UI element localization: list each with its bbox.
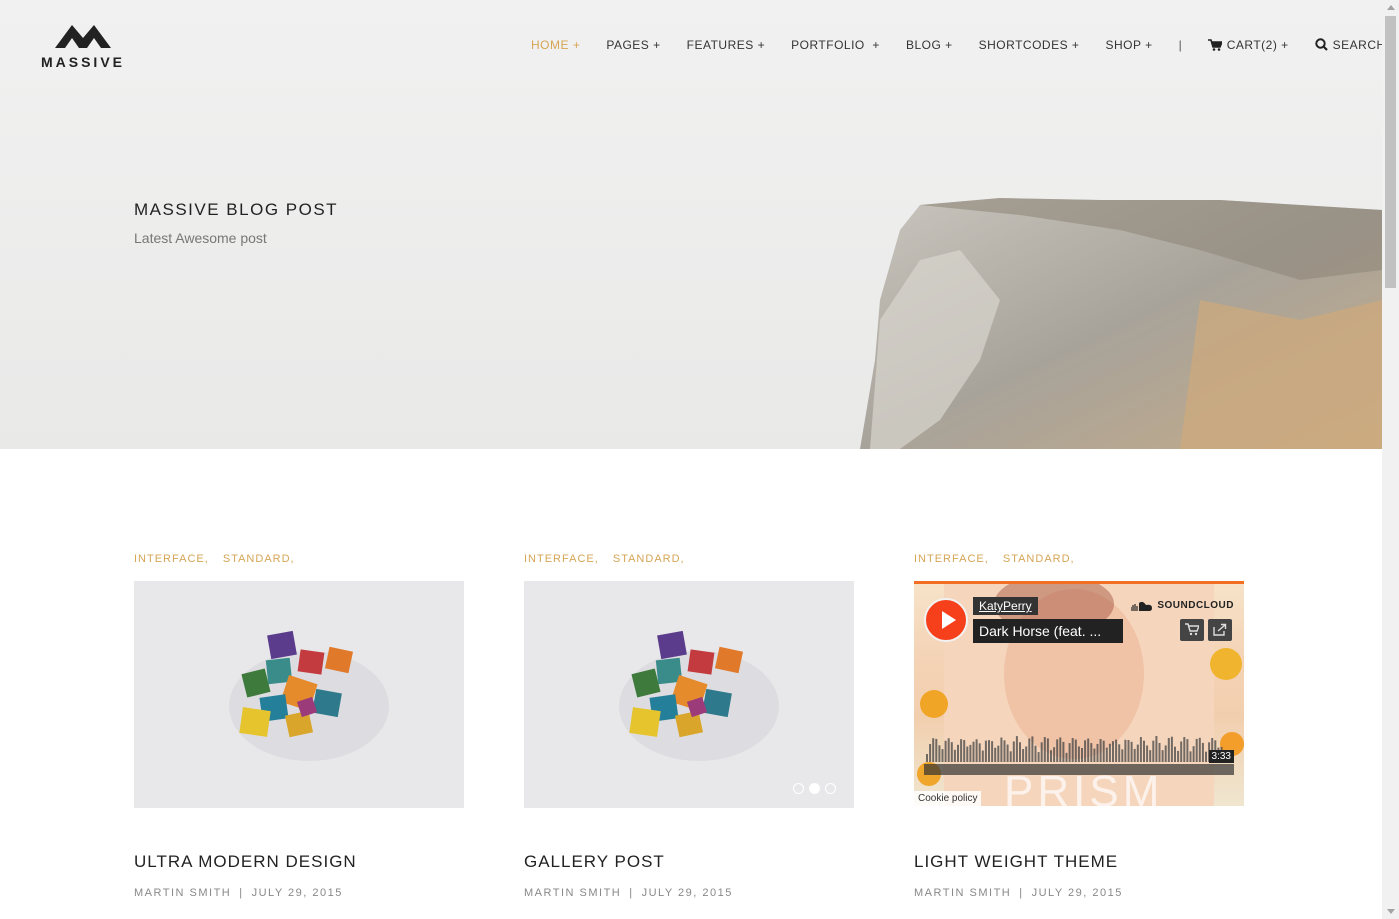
gallery-dot[interactable] — [825, 783, 836, 794]
tag-link[interactable]: INTERFACE, — [914, 553, 989, 565]
scroll-down-arrow-icon[interactable] — [1387, 909, 1395, 914]
post-author[interactable]: MARTIN SMITH — [524, 887, 621, 899]
nav-features[interactable]: FEATURES + — [687, 38, 765, 52]
soundcloud-logo[interactable]: SOUNDCLOUD — [1131, 600, 1234, 611]
nav-portfolio[interactable]: PORTFOLIO + — [791, 38, 880, 52]
search-icon — [1314, 38, 1328, 51]
massive-logo-icon — [55, 25, 111, 48]
scroll-up-arrow-icon[interactable] — [1387, 5, 1395, 10]
nav-pages[interactable]: PAGES + — [606, 38, 660, 52]
nav-shop[interactable]: SHOP + — [1105, 38, 1152, 52]
gallery-pagination-dots — [793, 783, 836, 794]
colored-cubes-image — [229, 630, 389, 761]
hero-title: MASSIVE BLOG POST — [134, 200, 339, 219]
share-icon — [1213, 623, 1227, 636]
nav-blog[interactable]: BLOG + — [906, 38, 953, 52]
blog-post-card: INTERFACE, STANDARD, GALLERY POST MARTIN… — [524, 553, 854, 899]
cookie-policy-link[interactable]: Cookie policy — [914, 791, 982, 806]
post-thumbnail[interactable] — [134, 581, 464, 808]
meta-separator: | — [629, 887, 634, 899]
hero-subtitle: Latest Awesome post — [134, 230, 267, 246]
sc-brand-label: SOUNDCLOUD — [1157, 600, 1234, 611]
soundcloud-cloud-icon — [1131, 601, 1153, 611]
tag-link[interactable]: STANDARD, — [223, 553, 295, 565]
colored-cubes-image — [619, 630, 779, 761]
cliff-background-image — [0, 0, 1382, 449]
post-date: JULY 29, 2015 — [641, 887, 733, 899]
meta-separator: | — [1019, 887, 1024, 899]
tag-link[interactable]: INTERFACE, — [524, 553, 599, 565]
post-author[interactable]: MARTIN SMITH — [914, 887, 1011, 899]
brand-name: MASSIVE — [40, 54, 125, 70]
nav-cart-label: CART(2) + — [1226, 38, 1289, 52]
cart-icon — [1185, 623, 1199, 636]
post-tags: INTERFACE, STANDARD, — [914, 553, 1244, 569]
post-meta: MARTIN SMITH | JULY 29, 2015 — [134, 887, 343, 899]
tag-link[interactable]: STANDARD, — [1003, 553, 1075, 565]
post-date: JULY 29, 2015 — [251, 887, 343, 899]
main-navigation: HOME + PAGES + FEATURES + PORTFOLIO + BL… — [531, 37, 1382, 53]
post-title[interactable]: GALLERY POST — [524, 852, 665, 872]
post-date: JULY 29, 2015 — [1031, 887, 1123, 899]
nav-search[interactable]: SEARCH + — [1314, 38, 1382, 52]
post-meta: MARTIN SMITH | JULY 29, 2015 — [524, 887, 733, 899]
nav-separator: | — [1178, 38, 1182, 52]
play-button[interactable] — [924, 598, 968, 642]
nav-search-label: SEARCH + — [1332, 38, 1382, 52]
nav-shortcodes[interactable]: SHORTCODES + — [979, 38, 1080, 52]
nav-cart[interactable]: CART(2) + — [1207, 38, 1289, 52]
meta-separator: | — [239, 887, 244, 899]
post-title[interactable]: LIGHT WEIGHT THEME — [914, 852, 1118, 872]
gallery-dot-active[interactable] — [809, 783, 820, 794]
post-tags: INTERFACE, STANDARD, — [134, 553, 464, 569]
nav-home[interactable]: HOME + — [531, 38, 580, 52]
sc-user-link[interactable]: KatyPerry — [973, 597, 1038, 615]
track-duration: 3:33 — [1208, 750, 1234, 763]
gallery-slider[interactable] — [524, 581, 854, 808]
cart-icon — [1207, 39, 1222, 51]
blog-post-card: INTERFACE, STANDARD, PRISM KatyPerry Dar… — [914, 553, 1244, 899]
share-button[interactable] — [1208, 619, 1232, 641]
post-author[interactable]: MARTIN SMITH — [134, 887, 231, 899]
buy-button[interactable] — [1180, 619, 1204, 641]
post-title[interactable]: ULTRA MODERN DESIGN — [134, 852, 357, 872]
blog-post-card: INTERFACE, STANDARD, ULTRA MODERN DESIGN… — [134, 553, 464, 899]
soundcloud-player: PRISM KatyPerry Dark Horse (feat. ... SO… — [914, 581, 1244, 806]
gallery-dot[interactable] — [793, 783, 804, 794]
post-meta: MARTIN SMITH | JULY 29, 2015 — [914, 887, 1123, 899]
hero-banner: MASSIVE HOME + PAGES + FEATURES + PORTFO… — [0, 0, 1382, 449]
scrollbar-thumb[interactable] — [1385, 16, 1396, 288]
post-tags: INTERFACE, STANDARD, — [524, 553, 854, 569]
tag-link[interactable]: INTERFACE, — [134, 553, 209, 565]
tag-link[interactable]: STANDARD, — [613, 553, 685, 565]
brand-logo[interactable]: MASSIVE — [40, 20, 126, 70]
sc-track-title[interactable]: Dark Horse (feat. ... — [973, 619, 1123, 643]
vertical-scrollbar[interactable] — [1382, 0, 1399, 919]
